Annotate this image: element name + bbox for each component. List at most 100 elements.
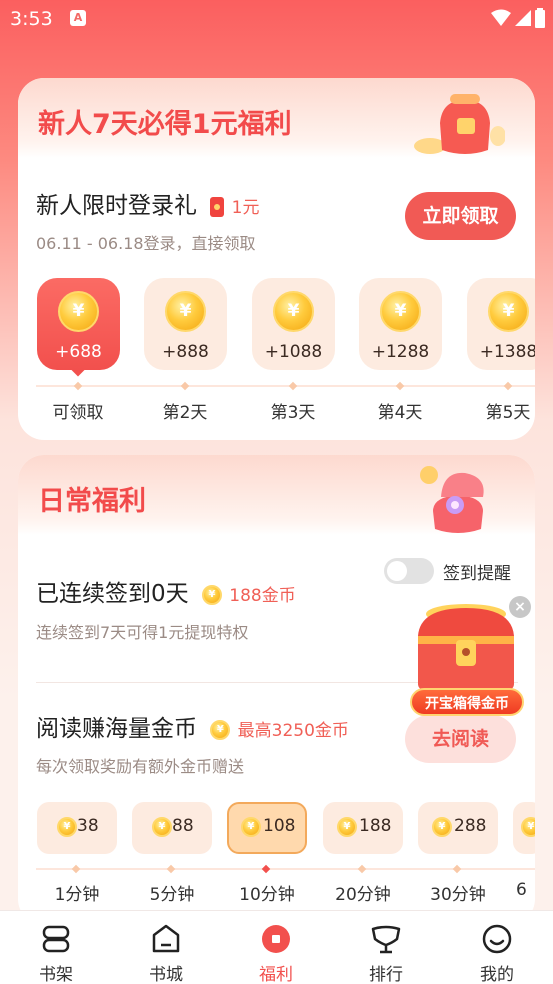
read-title: 阅读赚海量金币 ¥ 最高3250金币 (36, 709, 349, 743)
coin-icon: ¥ (57, 817, 77, 837)
nav-label: 福利 (259, 965, 293, 984)
minute-tile[interactable]: ¥ 288 (418, 802, 498, 854)
day-tile[interactable]: ¥ +1288 (359, 278, 442, 370)
timeline-dot (71, 864, 81, 874)
status-icons (491, 8, 545, 28)
bottom-nav: 书架 书城 福利 排行 我的 (0, 910, 553, 984)
minute-value: 108 (263, 816, 296, 836)
ranking-icon (371, 925, 401, 954)
login-title-text: 新人限时登录礼 (36, 193, 197, 219)
day-timeline (36, 385, 535, 387)
nav-item-bookstore[interactable]: 书城 (126, 911, 206, 984)
chest-banner: 开宝箱得金币 (410, 688, 524, 716)
red-envelope-icon (210, 196, 225, 217)
minute-value: 288 (454, 816, 487, 836)
day-amount: +688 (55, 342, 102, 362)
chest-close-icon[interactable]: × (509, 596, 531, 618)
timeline-dot (452, 864, 462, 874)
go-read-button[interactable]: 去阅读 (405, 715, 516, 763)
treasure-chest-icon (418, 604, 514, 690)
coin-icon: ¥ (210, 719, 231, 740)
gift-box-icon (420, 466, 484, 533)
nav-label: 书架 (39, 965, 73, 984)
reminder-label: 签到提醒 (443, 564, 511, 584)
day-label: 第4天 (377, 403, 423, 423)
day-tile[interactable]: ¥ +1388 (467, 278, 535, 370)
nav-item-ranking[interactable]: 排行 (346, 911, 426, 984)
notification-a-icon: A (70, 10, 86, 26)
daily-card-title: 日常福利 (38, 486, 146, 517)
minute-label: 10分钟 (239, 885, 295, 905)
bookshelf-icon (42, 925, 70, 953)
minute-label: 20分钟 (335, 885, 391, 905)
battery-icon (535, 8, 545, 28)
coin-icon: ¥ (152, 817, 172, 837)
signal-icon (515, 10, 531, 26)
timeline-dot (288, 381, 298, 391)
timeline-dot (503, 381, 513, 391)
minute-label: 6 (516, 880, 527, 900)
minute-value: 88 (172, 816, 194, 836)
timeline-dot (395, 381, 405, 391)
day-label: 可领取 (52, 403, 104, 423)
timeline-dot (166, 864, 176, 874)
minute-tile[interactable]: ¥ 88 (132, 802, 212, 854)
newbie-card-title: 新人7天必得1元福利 (38, 109, 292, 140)
nav-label: 书城 (149, 965, 183, 984)
day-tile[interactable]: ¥ +688 (37, 278, 120, 370)
day-tile[interactable]: ¥ +888 (144, 278, 227, 370)
lucky-bag-icon (414, 94, 505, 154)
coin-icon: ¥ (58, 291, 99, 332)
checkin-title: 已连续签到0天 ¥ 188金币 (36, 574, 296, 608)
newbie-login-title: 新人限时登录礼 1元 (36, 186, 259, 220)
timeline-dot (261, 864, 271, 874)
floating-treasure-chest[interactable]: 开宝箱得金币 × (402, 596, 532, 721)
day-label: 第5天 (485, 403, 531, 423)
checkin-title-text: 已连续签到0天 (36, 581, 189, 607)
checkin-desc: 连续签到7天可得1元提现特权 (36, 623, 249, 642)
minute-label: 5分钟 (149, 885, 195, 905)
newbie-desc: 06.11 - 06.18登录，直接领取 (36, 234, 256, 253)
coin-icon: ¥ (241, 817, 261, 837)
minute-label: 1分钟 (54, 885, 100, 905)
bookstore-icon (152, 924, 180, 953)
nav-item-profile[interactable]: 我的 (457, 911, 537, 984)
timeline-dot (180, 381, 190, 391)
read-reward: 最高3250金币 (237, 721, 349, 741)
coin-icon: ¥ (488, 291, 529, 332)
profile-icon (482, 924, 512, 954)
minute-tile[interactable]: ¥ (513, 802, 535, 854)
timeline-dot (357, 864, 367, 874)
minute-value: 188 (359, 816, 392, 836)
day-amount: +1088 (264, 342, 323, 362)
checkin-reward: 188金币 (229, 586, 296, 606)
nav-item-bookshelf[interactable]: 书架 (16, 911, 96, 984)
daily-card-header: 日常福利 (18, 455, 535, 535)
claim-button[interactable]: 立即领取 (405, 192, 516, 240)
minute-tile[interactable]: ¥ 38 (37, 802, 117, 854)
coin-icon: ¥ (337, 817, 357, 837)
day-amount: +888 (162, 342, 209, 362)
coin-icon: ¥ (432, 817, 452, 837)
status-bar: 3:53 A (0, 0, 553, 40)
minute-tile[interactable]: ¥ 188 (323, 802, 403, 854)
nav-item-welfare[interactable]: 福利 (236, 911, 316, 984)
day-label: 第2天 (162, 403, 208, 423)
minute-value: 38 (77, 816, 99, 836)
day-tile[interactable]: ¥ +1088 (252, 278, 335, 370)
day-label: 第3天 (270, 403, 316, 423)
reminder-toggle[interactable] (384, 558, 434, 584)
read-title-text: 阅读赚海量金币 (36, 716, 197, 742)
coin-icon: ¥ (201, 584, 222, 605)
welfare-icon (262, 925, 290, 953)
wifi-icon (491, 9, 511, 26)
coin-icon: ¥ (521, 817, 535, 837)
day-amount: +1288 (371, 342, 430, 362)
coin-icon: ¥ (273, 291, 314, 332)
coin-icon: ¥ (380, 291, 421, 332)
toggle-knob (387, 561, 407, 581)
minute-label: 30分钟 (430, 885, 486, 905)
newbie-reward: 1元 (231, 198, 260, 218)
nav-label: 排行 (369, 965, 403, 984)
minute-tile[interactable]: ¥ 108 (227, 802, 307, 854)
